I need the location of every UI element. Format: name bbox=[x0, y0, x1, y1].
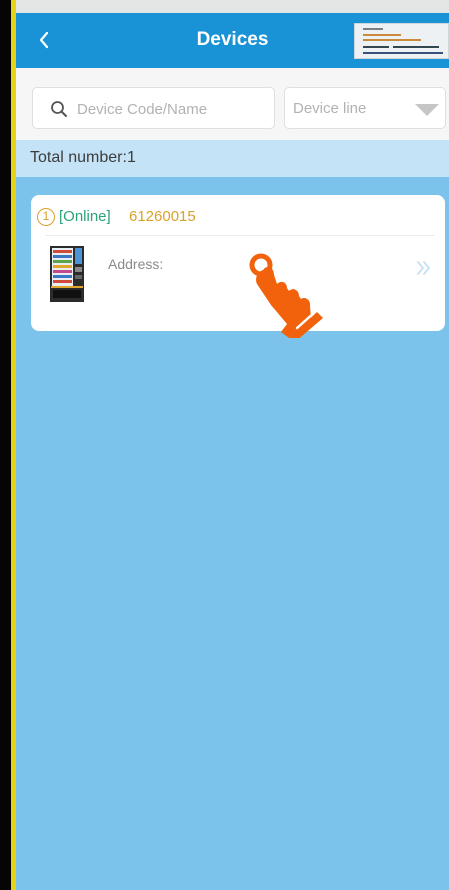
device-card[interactable]: 1 [Online] 61260015 Address: bbox=[31, 195, 445, 331]
dropdown-triangle-icon bbox=[415, 104, 439, 116]
status-bar bbox=[16, 0, 449, 13]
search-icon bbox=[51, 101, 67, 117]
device-status: [Online] bbox=[59, 208, 111, 225]
device-frame: Devices Device line Total number:1 bbox=[0, 0, 449, 890]
app-screen: Devices Device line Total number:1 bbox=[16, 0, 449, 890]
search-box[interactable] bbox=[32, 87, 275, 129]
vending-machine-icon bbox=[50, 246, 84, 302]
tap-hand-icon bbox=[249, 253, 323, 338]
device-index-badge: 1 bbox=[37, 208, 55, 226]
search-input[interactable] bbox=[75, 96, 269, 122]
app-header: Devices bbox=[16, 13, 449, 68]
device-address-label: Address: bbox=[108, 256, 164, 272]
device-line-select[interactable]: Device line bbox=[284, 87, 446, 129]
total-count-bar: Total number:1 bbox=[16, 140, 449, 177]
screenshot-thumbnail-icon[interactable] bbox=[354, 23, 449, 59]
card-divider bbox=[45, 235, 435, 236]
total-count-label: Total number:1 bbox=[30, 149, 136, 166]
double-chevron-right-icon[interactable] bbox=[415, 259, 433, 277]
device-line-select-label: Device line bbox=[293, 100, 367, 117]
device-code: 61260015 bbox=[129, 208, 196, 225]
filter-bar: Device line bbox=[16, 68, 449, 140]
